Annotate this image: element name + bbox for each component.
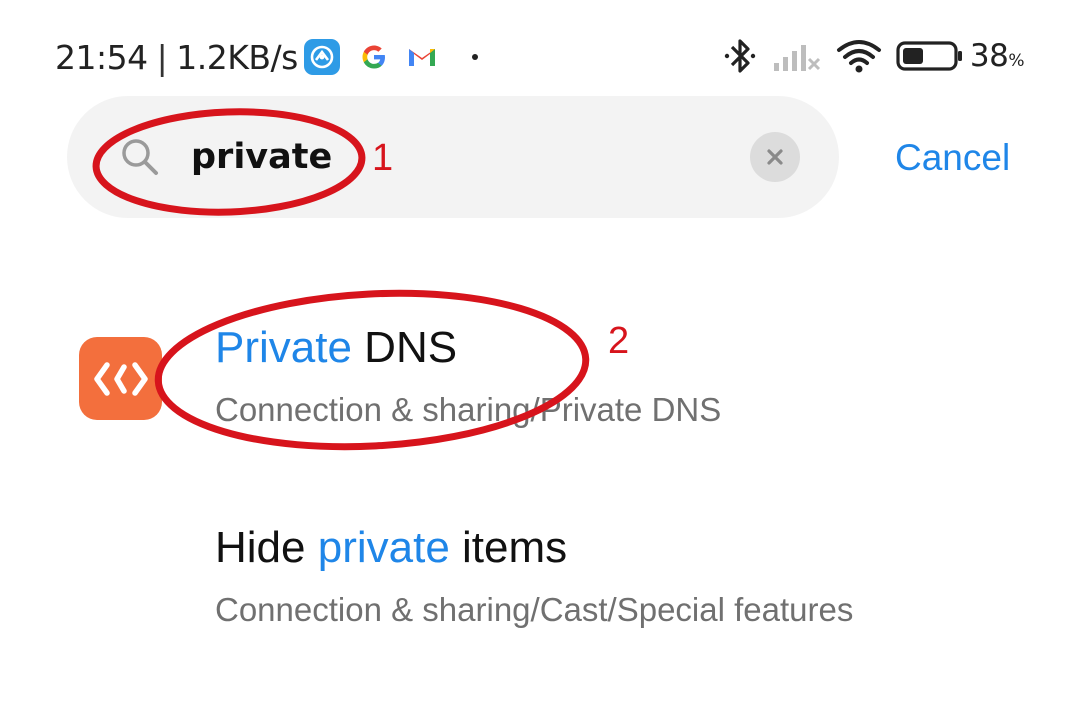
highlighted-match: private — [317, 523, 450, 572]
clock: 21:54 — [55, 37, 148, 77]
result-path: Connection & sharing/Cast/Special featur… — [215, 591, 854, 628]
battery-icon — [896, 40, 964, 72]
battery-unit: % — [1008, 51, 1024, 71]
wifi-icon — [836, 38, 882, 74]
screen: 21:54 | 1.2KB/s 38% private Cancel Priva… — [0, 0, 1066, 724]
google-icon — [356, 39, 392, 75]
battery-percentage: 38% — [969, 38, 1025, 74]
status-bar-left: 21:54 | 1.2KB/s — [55, 36, 478, 78]
clear-search-button[interactable] — [750, 132, 800, 182]
result-title: Hide private items — [215, 523, 567, 573]
search-bar[interactable]: private — [67, 96, 839, 218]
close-icon — [767, 149, 783, 165]
result-path: Connection & sharing/Private DNS — [215, 391, 722, 428]
more-notifications-dot — [471, 54, 478, 60]
annotation-number-1: 1 — [372, 137, 394, 179]
search-result-private-dns[interactable]: Private DNS Connection & sharing/Private… — [0, 300, 1066, 470]
bluetooth-icon — [722, 36, 758, 76]
search-result-hide-private-items[interactable]: Hide private items Connection & sharing/… — [0, 500, 1066, 650]
title-after: items — [449, 523, 568, 572]
search-icon — [119, 136, 161, 178]
gmail-icon — [404, 39, 440, 75]
search-input[interactable]: private — [191, 132, 332, 182]
connection-sharing-icon — [79, 337, 162, 420]
browser-icon — [303, 39, 340, 75]
network-speed: 1.2KB/s — [176, 37, 298, 77]
cellular-signal-off-icon — [772, 39, 822, 73]
status-separator: | — [156, 37, 168, 77]
cancel-button[interactable]: Cancel — [895, 133, 1010, 183]
result-title: Private DNS — [215, 323, 457, 373]
annotation-number-2: 2 — [608, 320, 630, 362]
status-bar-right: 38% — [708, 34, 1024, 78]
title-rest: DNS — [351, 323, 458, 372]
highlighted-match: Private — [215, 323, 352, 372]
battery-level: 38 — [969, 38, 1009, 74]
title-before: Hide — [215, 523, 318, 572]
